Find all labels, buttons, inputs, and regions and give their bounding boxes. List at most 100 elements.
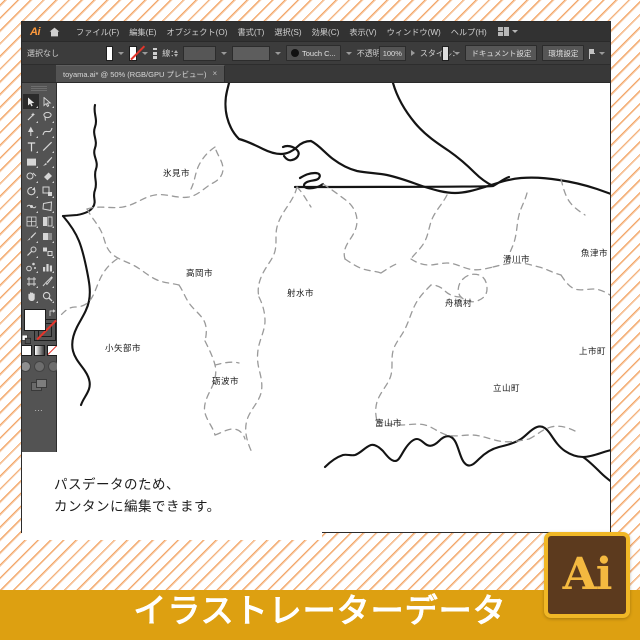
border-takaoka-south [86,208,180,286]
style-label: スタイル： [419,48,460,58]
shape-builder-tool[interactable] [23,214,39,229]
document-tab-bar: toyama.ai* @ 50% (RGB/GPU プレビュー) × [22,65,610,83]
map-label-oyabe: 小矢部市 [105,344,142,354]
slice-knife-icon[interactable] [39,274,55,289]
control-bar: 選択なし 線： Touch C... 不透明度： 100% スタイル： ドキュメ… [22,42,610,65]
toolbox-fill-swatch[interactable] [24,309,46,331]
mesh-tool[interactable] [23,229,39,244]
align-options-icon[interactable] [589,48,595,59]
close-icon[interactable]: × [212,70,217,78]
symbol-sprayer-tool[interactable] [23,259,39,274]
hand-tool[interactable] [23,289,39,304]
graphic-style-swatch[interactable] [441,45,450,61]
default-fill-stroke-icon[interactable] [22,331,31,344]
stroke-weight-dropdown-icon[interactable] [220,51,227,55]
touch-dot-icon [291,49,299,57]
type-tool[interactable] [23,139,39,154]
illustrator-badge-text: Ai [562,549,613,600]
menu-help[interactable]: ヘルプ(H) [446,26,492,38]
workspace-switcher-icon[interactable] [497,27,518,36]
draw-behind-icon[interactable] [33,361,45,372]
map-label-takaoka: 高岡市 [186,269,214,279]
menu-object[interactable]: オブジェクト(O) [162,26,233,38]
border-tateyama-west [375,284,432,422]
shaper-tool[interactable] [23,169,39,184]
opacity-label: 不透明度： [356,48,397,58]
perspective-grid-tool[interactable] [39,214,55,229]
selection-tool[interactable] [23,94,39,109]
column-graph-tool[interactable] [39,259,55,274]
color-mode-solid[interactable] [22,345,32,356]
stroke-weight-input[interactable] [182,45,216,61]
preferences-button[interactable]: 環境設定 [542,45,585,61]
rectangle-tool[interactable] [23,154,39,169]
blend-tool[interactable] [39,244,55,259]
touch-dropdown-icon[interactable] [345,51,352,55]
align-dropdown-icon[interactable] [598,51,605,55]
artboard-tool[interactable] [23,274,39,289]
scale-tool[interactable] [39,184,55,199]
gradient-tool[interactable] [39,229,55,244]
menu-edit[interactable]: 編集(E) [124,26,161,38]
map-label-himi: 氷見市 [163,169,191,179]
free-transform-tool[interactable] [39,199,55,214]
selection-status: 選択なし [27,48,59,58]
brush-dropdown-icon[interactable] [275,51,281,55]
opacity-input[interactable]: 100% [378,45,406,61]
border-funahashi [410,258,494,271]
touch-type-chip[interactable]: Touch C... [286,45,341,61]
eyedropper-tool[interactable] [23,244,39,259]
toolbox-grip[interactable] [31,86,47,91]
west-boundary-path [61,214,91,407]
coast-northwest [224,83,241,141]
menu-effect[interactable]: 効果(C) [307,26,345,38]
color-mode-none[interactable] [46,345,58,356]
line-segment-tool[interactable] [39,139,55,154]
menu-file[interactable]: ファイル(F) [71,26,124,38]
drawing-mode-buttons [22,361,59,372]
document-tab[interactable]: toyama.ai* @ 50% (RGB/GPU プレビュー) × [56,65,226,82]
stroke-swatch[interactable] [129,45,137,61]
border-tonami-inner [214,361,240,366]
map-label-funahashi: 舟橋村 [445,299,473,309]
style-dropdown-icon[interactable] [454,51,461,55]
border-imizu-east [322,183,358,260]
border-nanto-east [214,428,246,440]
eraser-tool[interactable] [39,169,55,184]
menu-window[interactable]: ウィンドウ(W) [382,26,446,38]
menu-type[interactable]: 書式(T) [232,26,269,38]
caption-line-1: パスデータのため、 [54,476,180,493]
menu-select[interactable]: 選択(S) [269,26,306,38]
brush-definition-input[interactable] [231,45,270,61]
magic-wand-tool[interactable] [23,109,39,124]
pen-tool[interactable] [23,124,39,139]
lasso-tool[interactable] [39,109,55,124]
border-tonami-toyama [245,296,266,464]
fill-swatch[interactable] [105,45,114,61]
stroke-weight-icon [152,47,158,59]
direct-selection-tool[interactable] [39,94,55,109]
magnifier-icon[interactable] [39,289,55,304]
rotate-tool[interactable] [23,184,39,199]
home-icon[interactable] [47,25,61,39]
opacity-flyout-icon[interactable] [410,50,415,56]
screen-mode-icon[interactable] [30,379,48,397]
color-mode-gradient[interactable] [33,345,45,356]
menu-bar: Ai ファイル(F) 編集(E) オブジェクト(O) 書式(T) 選択(S) 効… [22,22,610,42]
document-setup-button[interactable]: ドキュメント設定 [465,45,538,61]
width-tool[interactable] [23,199,39,214]
stroke-weight-stepper[interactable] [173,49,178,57]
border-namerikawa [410,194,448,260]
curvature-tool[interactable] [39,124,55,139]
border-himi-west [190,146,216,190]
edit-toolbar-icon[interactable]: … [34,404,44,413]
municipal-borders [60,146,610,464]
map-label-tonami: 砺波市 [212,377,240,387]
border-oyabe [178,284,207,342]
border-takaoka-imizu [257,186,298,298]
paintbrush-tool[interactable] [39,154,55,169]
fill-dropdown-icon[interactable] [118,51,125,55]
stroke-dropdown-icon[interactable] [141,51,148,55]
menu-view[interactable]: 表示(V) [344,26,381,38]
draw-normal-icon[interactable] [22,361,31,372]
